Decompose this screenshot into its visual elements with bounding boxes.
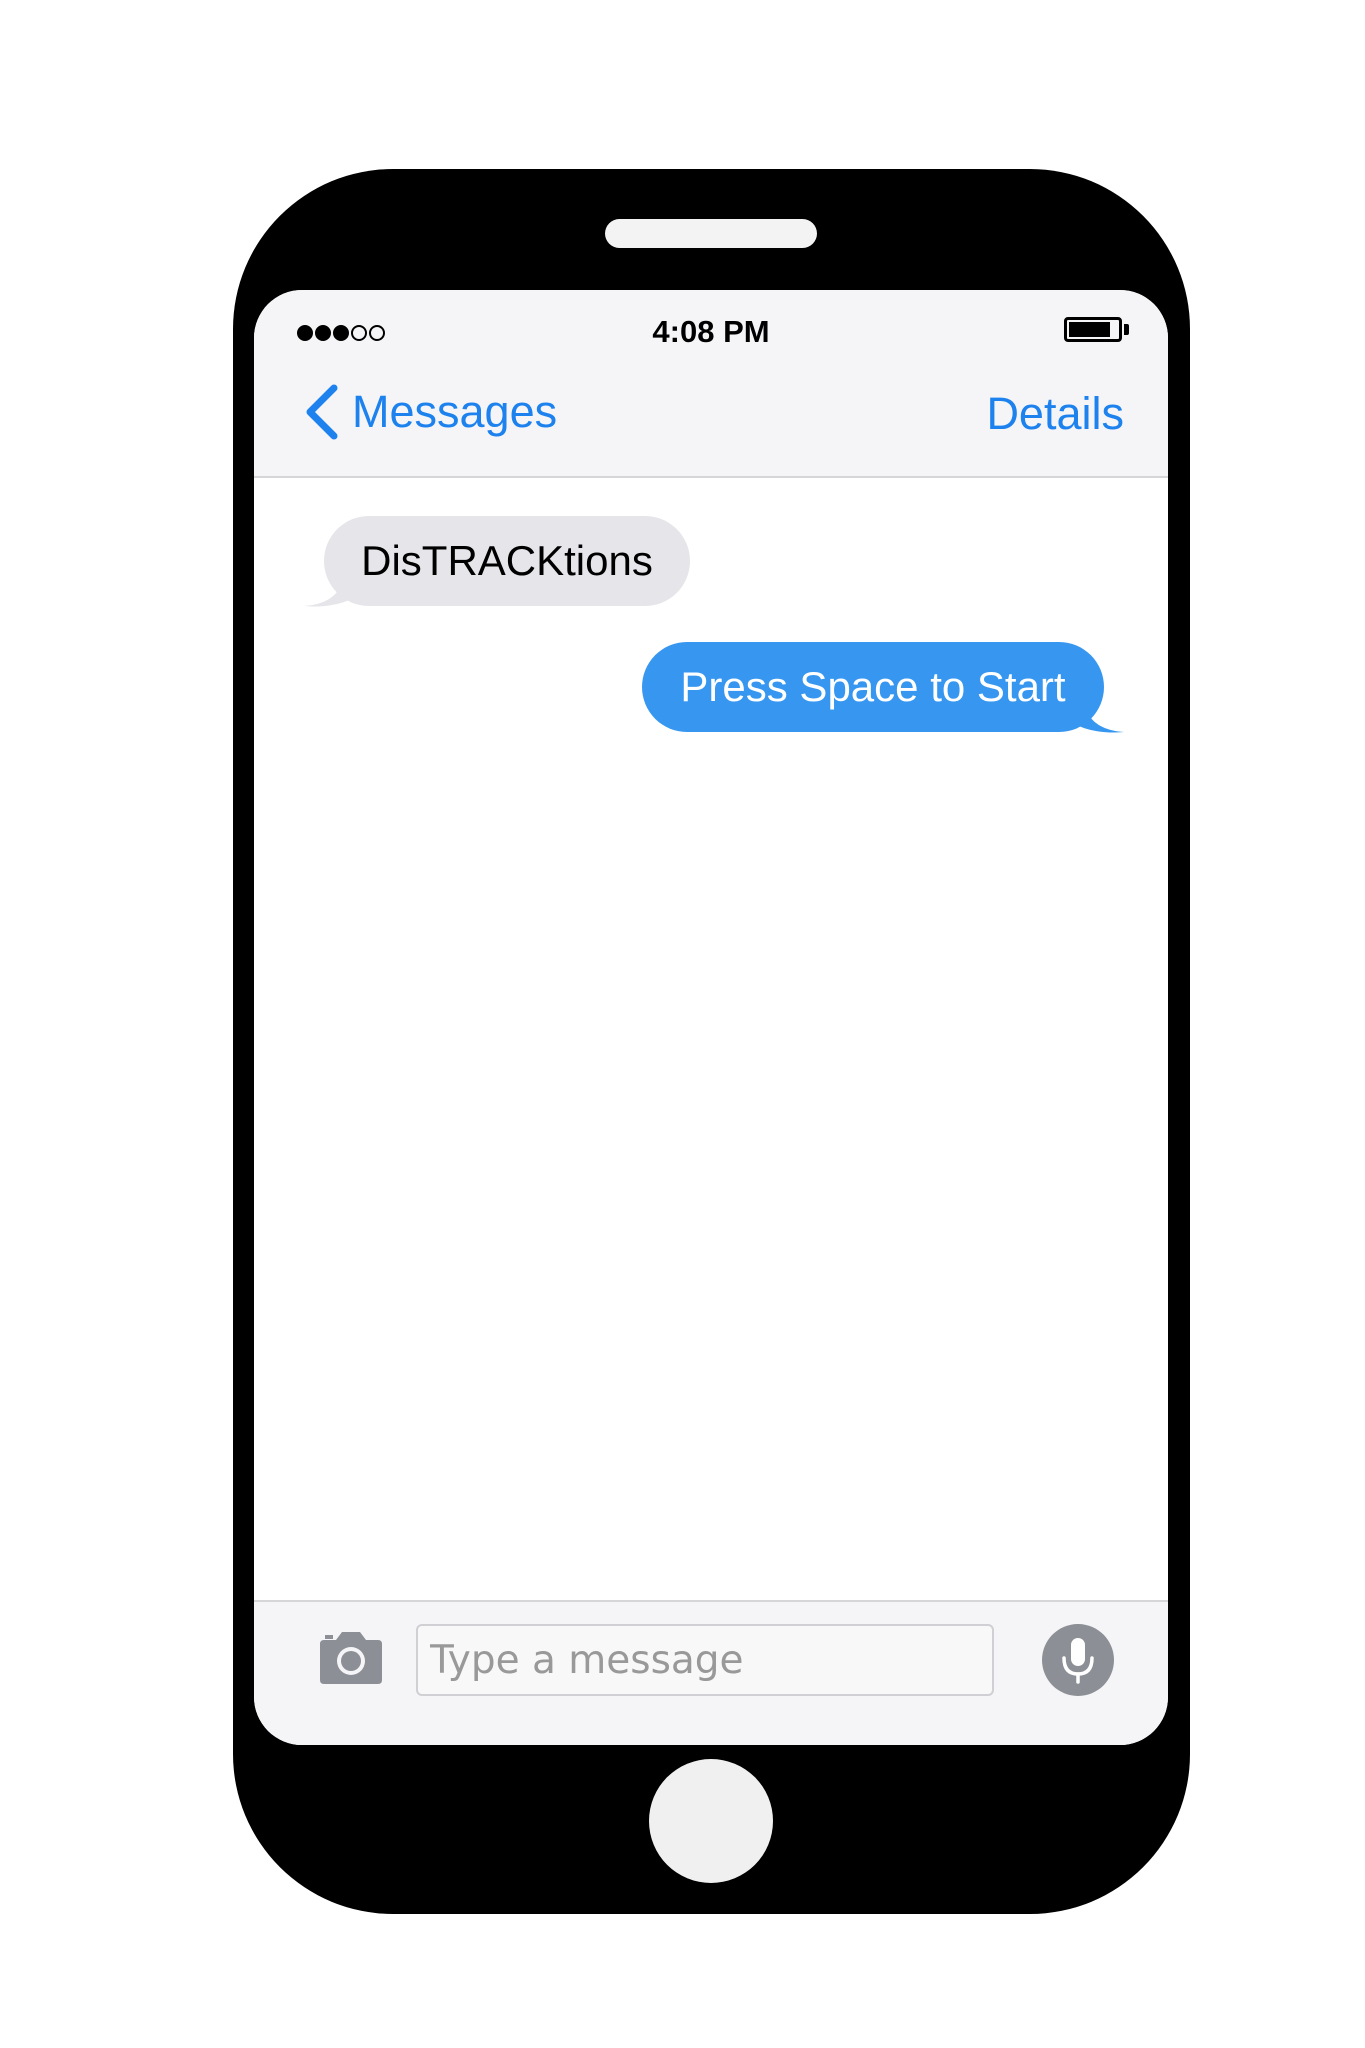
battery-icon bbox=[1064, 317, 1122, 342]
back-button[interactable]: Messages bbox=[300, 382, 557, 442]
status-bar: 4:08 PM bbox=[254, 290, 1168, 360]
phone-speaker bbox=[605, 219, 817, 248]
home-button[interactable] bbox=[649, 1759, 773, 1883]
message-bubble-sent: Press Space to Start bbox=[642, 642, 1104, 732]
message-input-bar bbox=[254, 1600, 1168, 1745]
chevron-left-icon bbox=[306, 384, 338, 440]
battery-level bbox=[1069, 322, 1110, 337]
camera-icon[interactable] bbox=[316, 1630, 386, 1686]
navigation-bar: Messages Details bbox=[254, 360, 1168, 478]
message-input[interactable] bbox=[416, 1624, 994, 1696]
battery-tip bbox=[1124, 324, 1129, 335]
microphone-icon bbox=[1062, 1638, 1094, 1684]
back-label: Messages bbox=[352, 386, 558, 437]
message-bubble-received: DisTRACKtions bbox=[324, 516, 690, 606]
mic-button[interactable] bbox=[1042, 1624, 1114, 1696]
status-time: 4:08 PM bbox=[652, 314, 770, 349]
phone-screen: 4:08 PM Messages Details DisTRACKtions P… bbox=[254, 290, 1168, 1745]
details-button[interactable]: Details bbox=[986, 388, 1124, 440]
